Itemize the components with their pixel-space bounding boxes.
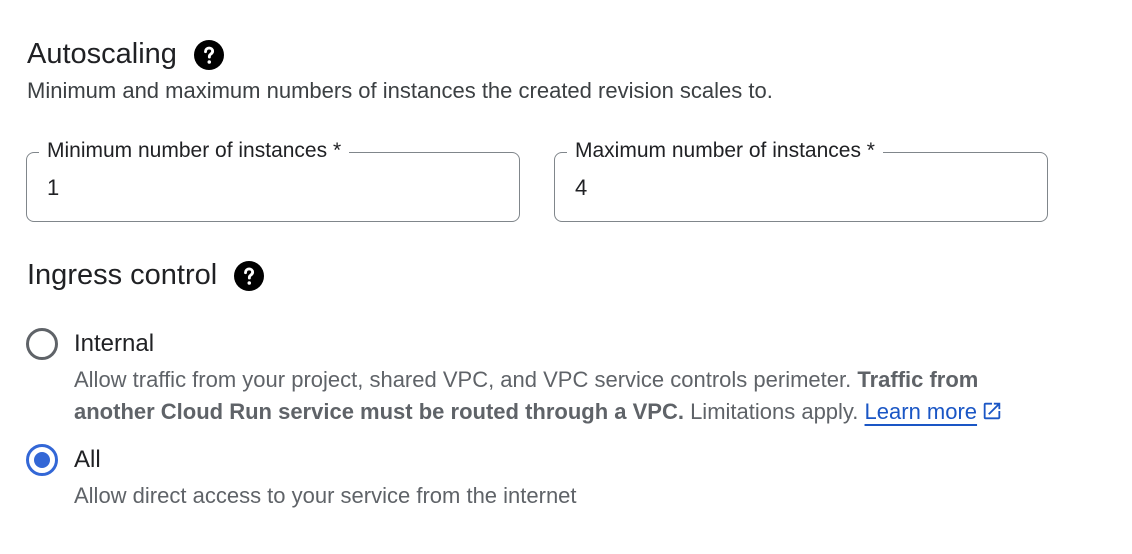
internal-description-bold-2: another Cloud Run service must be routed…	[74, 399, 684, 424]
ingress-section-title: Ingress control	[27, 259, 265, 292]
radio-option-internal[interactable]: Internal	[26, 328, 154, 360]
open-in-new-icon[interactable]	[981, 400, 1003, 422]
autoscaling-title: Autoscaling	[27, 38, 177, 70]
radio-button-internal[interactable]	[26, 328, 58, 360]
min-instances-input[interactable]	[47, 175, 487, 201]
max-instances-label: Maximum number of instances *	[567, 138, 883, 164]
radio-label-all: All	[74, 446, 101, 473]
radio-option-all[interactable]: All	[26, 444, 101, 476]
radio-label-internal: Internal	[74, 330, 155, 357]
all-description: Allow direct access to your service from…	[74, 483, 577, 508]
ingress-title: Ingress control	[27, 259, 218, 291]
learn-more-link[interactable]: Learn more	[865, 399, 978, 424]
internal-description-tail: Limitations apply.	[683, 399, 865, 424]
help-icon[interactable]	[193, 39, 224, 70]
internal-description: Allow traffic from your project, shared …	[74, 364, 1074, 428]
help-icon[interactable]	[234, 260, 265, 291]
autoscaling-description: Minimum and maximum numbers of instances…	[27, 78, 773, 103]
page: Autoscaling Minimum and maximum numbers …	[0, 0, 1132, 554]
internal-description-text: Allow traffic from your project, shared …	[74, 367, 858, 392]
min-instances-label: Minimum number of instances *	[39, 138, 350, 164]
internal-description-bold: Traffic from	[857, 367, 979, 392]
max-instances-input[interactable]	[575, 175, 1015, 201]
radio-button-all[interactable]	[26, 444, 58, 476]
max-instances-field[interactable]: Maximum number of instances *	[554, 138, 1048, 222]
min-instances-field[interactable]: Minimum number of instances *	[26, 138, 520, 222]
autoscaling-section-title: Autoscaling	[27, 38, 224, 71]
